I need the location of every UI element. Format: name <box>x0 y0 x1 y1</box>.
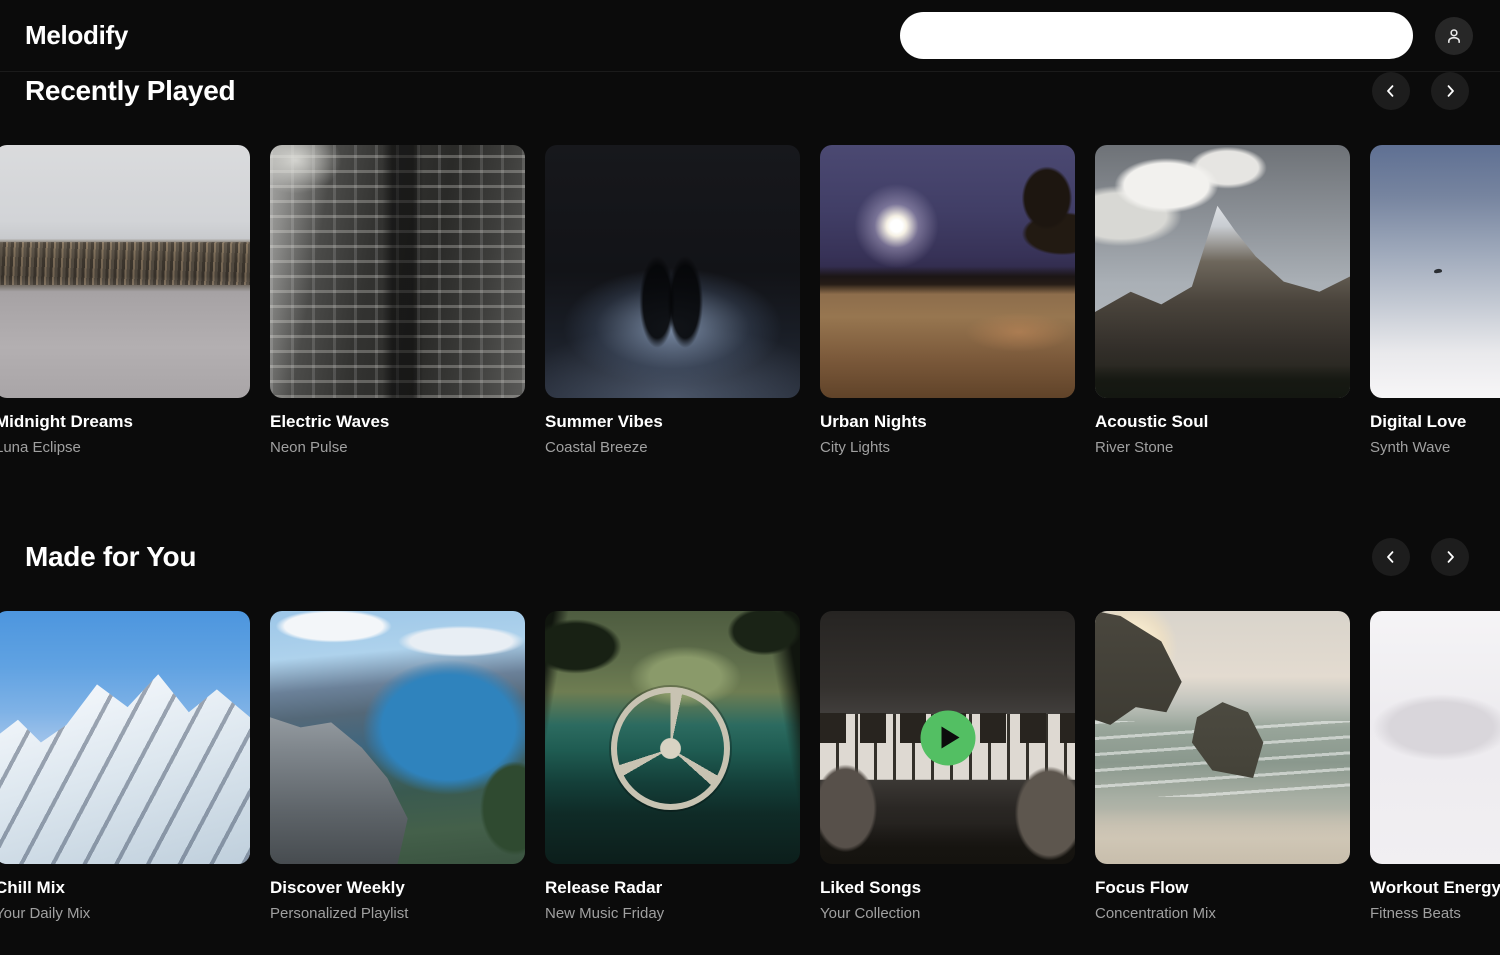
carousel-controls <box>1372 72 1469 110</box>
playlist-subtitle: Your Daily Mix <box>0 904 250 924</box>
playlist-title: Release Radar <box>545 877 800 899</box>
playlist-cover-art <box>820 145 1075 398</box>
playlist-card[interactable]: Liked Songs Your Collection <box>820 611 1075 924</box>
playlist-card[interactable]: Electric Waves Neon Pulse <box>270 145 525 458</box>
playlist-subtitle: Fitness Beats <box>1370 904 1500 924</box>
playlist-subtitle: City Lights <box>820 438 1075 458</box>
playlist-title: Summer Vibes <box>545 411 800 433</box>
play-icon <box>941 727 959 749</box>
playlist-subtitle: Concentration Mix <box>1095 904 1350 924</box>
playlist-cover-art <box>270 611 525 864</box>
section-header: Made for You <box>0 538 1500 576</box>
carousel-section: Recently Played Midnight Dreams Luna Ecl… <box>0 72 1500 458</box>
playlist-card[interactable]: Release Radar New Music Friday <box>545 611 800 924</box>
playlist-title: Urban Nights <box>820 411 1075 433</box>
playlist-title: Digital Love <box>1370 411 1500 433</box>
section-title: Made for You <box>25 541 196 573</box>
playlist-subtitle: Synth Wave <box>1370 438 1500 458</box>
playlist-card[interactable]: Digital Love Synth Wave <box>1370 145 1500 458</box>
search-input[interactable] <box>900 12 1413 59</box>
playlist-cover-art <box>1370 611 1500 864</box>
chevron-left-icon <box>1382 82 1400 100</box>
carousel-next-button[interactable] <box>1431 538 1469 576</box>
playlist-title: Midnight Dreams <box>0 411 250 433</box>
carousel-prev-button[interactable] <box>1372 538 1410 576</box>
playlist-subtitle: Coastal Breeze <box>545 438 800 458</box>
carousel-row[interactable]: Chill Mix Your Daily Mix Discover Weekly… <box>0 611 1500 924</box>
playlist-subtitle: River Stone <box>1095 438 1350 458</box>
playlist-subtitle: Personalized Playlist <box>270 904 525 924</box>
playlist-subtitle: New Music Friday <box>545 904 800 924</box>
playlist-cover-art <box>0 145 250 398</box>
playlist-card[interactable]: Acoustic Soul River Stone <box>1095 145 1350 458</box>
playlist-cover-art <box>820 611 1075 864</box>
chevron-right-icon <box>1441 548 1459 566</box>
playlist-cover-art <box>545 145 800 398</box>
playlist-cover-art <box>1095 145 1350 398</box>
playlist-cover-art <box>1095 611 1350 864</box>
playlist-cover-art <box>545 611 800 864</box>
playlist-title: Electric Waves <box>270 411 525 433</box>
playlist-card[interactable]: Workout Energy Fitness Beats <box>1370 611 1500 924</box>
playlist-card[interactable]: Urban Nights City Lights <box>820 145 1075 458</box>
main-content: Recently Played Midnight Dreams Luna Ecl… <box>0 72 1500 924</box>
carousel-section: Made for You Chill Mix Your Daily Mix <box>0 538 1500 924</box>
play-button[interactable] <box>920 710 975 765</box>
app-logo: Melodify <box>25 20 128 51</box>
playlist-card[interactable]: Discover Weekly Personalized Playlist <box>270 611 525 924</box>
playlist-title: Acoustic Soul <box>1095 411 1350 433</box>
playlist-subtitle: Luna Eclipse <box>0 438 250 458</box>
playlist-cover-art <box>0 611 250 864</box>
carousel-next-button[interactable] <box>1431 72 1469 110</box>
chevron-right-icon <box>1441 82 1459 100</box>
app-header: Melodify <box>0 0 1500 72</box>
playlist-cover-art <box>1370 145 1500 398</box>
playlist-card[interactable]: Summer Vibes Coastal Breeze <box>545 145 800 458</box>
playlist-title: Focus Flow <box>1095 877 1350 899</box>
chevron-left-icon <box>1382 548 1400 566</box>
playlist-card[interactable]: Focus Flow Concentration Mix <box>1095 611 1350 924</box>
carousel-controls <box>1372 538 1469 576</box>
playlist-card[interactable]: Chill Mix Your Daily Mix <box>0 611 250 924</box>
carousel-prev-button[interactable] <box>1372 72 1410 110</box>
user-icon <box>1444 26 1464 46</box>
playlist-cover-art <box>270 145 525 398</box>
playlist-subtitle: Neon Pulse <box>270 438 525 458</box>
carousel-row[interactable]: Midnight Dreams Luna Eclipse Electric Wa… <box>0 145 1500 458</box>
playlist-title: Discover Weekly <box>270 877 525 899</box>
profile-button[interactable] <box>1435 17 1473 55</box>
section-header: Recently Played <box>0 72 1500 110</box>
playlist-subtitle: Your Collection <box>820 904 1075 924</box>
playlist-title: Chill Mix <box>0 877 250 899</box>
playlist-card[interactable]: Midnight Dreams Luna Eclipse <box>0 145 250 458</box>
playlist-title: Workout Energy <box>1370 877 1500 899</box>
playlist-title: Liked Songs <box>820 877 1075 899</box>
section-title: Recently Played <box>25 75 235 107</box>
